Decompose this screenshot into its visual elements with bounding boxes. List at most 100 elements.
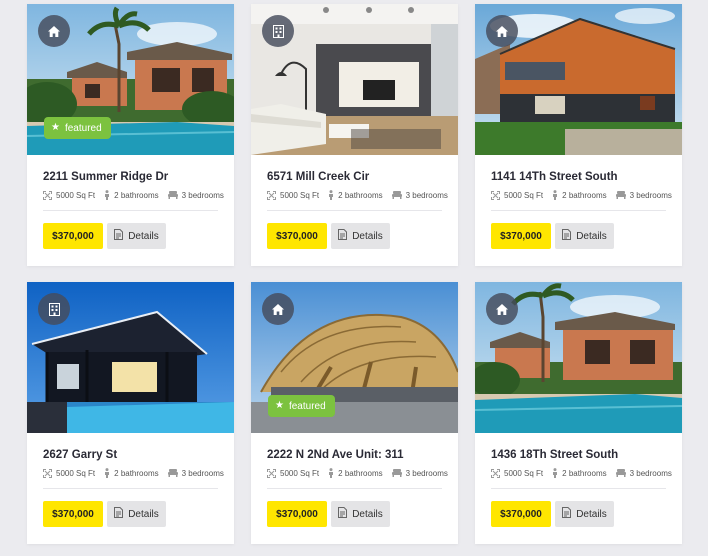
bed-icon	[615, 469, 626, 477]
listing-card[interactable]: ★ featured 2222 N 2Nd Ave Unit: 311 5000…	[251, 282, 458, 544]
bedrooms-value: 3 bedrooms	[405, 190, 448, 200]
listing-address[interactable]: 2222 N 2Nd Ave Unit: 311	[267, 449, 404, 461]
listing-meta: 5000 Sq Ft 2 bathrooms 3 bedrooms	[267, 468, 457, 478]
property-photo[interactable]: ★ featured	[251, 282, 458, 433]
divider	[43, 488, 218, 489]
property-photo[interactable]: ★ featured	[27, 4, 234, 155]
featured-label: featured	[64, 122, 102, 134]
bedrooms-value: 3 bedrooms	[181, 190, 224, 200]
area-value: 5000 Sq Ft	[504, 468, 544, 478]
bed-icon	[391, 469, 402, 477]
price-button[interactable]: $370,000	[43, 223, 103, 249]
details-button[interactable]: Details	[331, 223, 390, 249]
property-photo[interactable]	[27, 282, 234, 433]
listing-address[interactable]: 1141 14Th Street South	[491, 171, 618, 183]
house-icon	[486, 15, 518, 47]
listing-meta: 5000 Sq Ft 2 bathrooms 3 bedrooms	[491, 468, 681, 478]
area-value: 5000 Sq Ft	[56, 468, 96, 478]
area-icon	[267, 468, 276, 478]
divider	[267, 488, 442, 489]
area-icon	[491, 190, 500, 200]
divider	[267, 210, 442, 211]
star-icon: ★	[275, 400, 284, 411]
details-button[interactable]: Details	[555, 223, 614, 249]
details-label: Details	[576, 230, 607, 242]
house-icon	[262, 293, 294, 325]
bedrooms-value: 3 bedrooms	[629, 468, 672, 478]
details-label: Details	[352, 230, 383, 242]
house-icon	[38, 15, 70, 47]
star-icon: ★	[51, 122, 60, 133]
featured-label: featured	[288, 400, 326, 412]
bathroom-icon	[104, 468, 110, 478]
listing-address[interactable]: 1436 18Th Street South	[491, 449, 618, 461]
listing-card[interactable]: 6571 Mill Creek Cir 5000 Sq Ft 2 bathroo…	[251, 4, 458, 266]
price-button[interactable]: $370,000	[267, 501, 327, 527]
area-value: 5000 Sq Ft	[280, 468, 320, 478]
listing-meta: 5000 Sq Ft 2 bathrooms 3 bedrooms	[267, 190, 457, 200]
area-value: 5000 Sq Ft	[280, 190, 320, 200]
bedrooms-value: 3 bedrooms	[629, 190, 672, 200]
bedrooms-value: 3 bedrooms	[181, 468, 224, 478]
bedrooms-value: 3 bedrooms	[405, 468, 448, 478]
listing-address[interactable]: 2627 Garry St	[43, 449, 117, 461]
listing-meta: 5000 Sq Ft 2 bathrooms 3 bedrooms	[43, 190, 233, 200]
listing-card[interactable]: 2627 Garry St 5000 Sq Ft 2 bathrooms 3 b…	[27, 282, 234, 544]
details-label: Details	[128, 508, 159, 520]
bed-icon	[167, 469, 178, 477]
details-button[interactable]: Details	[555, 501, 614, 527]
divider	[43, 210, 218, 211]
listing-meta: 5000 Sq Ft 2 bathrooms 3 bedrooms	[43, 468, 233, 478]
details-label: Details	[352, 508, 383, 520]
area-icon	[43, 190, 52, 200]
price-button[interactable]: $370,000	[43, 501, 103, 527]
details-button[interactable]: Details	[107, 501, 166, 527]
building-icon	[38, 293, 70, 325]
listing-meta: 5000 Sq Ft 2 bathrooms 3 bedrooms	[491, 190, 681, 200]
price-button[interactable]: $370,000	[491, 501, 551, 527]
bathrooms-value: 2 bathrooms	[562, 190, 607, 200]
details-label: Details	[576, 508, 607, 520]
bathroom-icon	[328, 190, 334, 200]
document-icon	[114, 507, 124, 521]
bed-icon	[615, 191, 626, 199]
property-photo[interactable]	[475, 282, 682, 433]
area-icon	[491, 468, 500, 478]
listing-card[interactable]: ★ featured 2211 Summer Ridge Dr 5000 Sq …	[27, 4, 234, 266]
document-icon	[338, 507, 348, 521]
divider	[491, 488, 666, 489]
area-value: 5000 Sq Ft	[56, 190, 96, 200]
document-icon	[338, 229, 348, 243]
bathrooms-value: 2 bathrooms	[114, 190, 159, 200]
listing-card[interactable]: 1141 14Th Street South 5000 Sq Ft 2 bath…	[475, 4, 682, 266]
building-icon	[262, 15, 294, 47]
listing-address[interactable]: 2211 Summer Ridge Dr	[43, 171, 168, 183]
bathrooms-value: 2 bathrooms	[114, 468, 159, 478]
divider	[491, 210, 666, 211]
bathrooms-value: 2 bathrooms	[338, 190, 383, 200]
property-photo[interactable]	[251, 4, 458, 155]
bathrooms-value: 2 bathrooms	[338, 468, 383, 478]
document-icon	[562, 229, 572, 243]
house-icon	[486, 293, 518, 325]
listing-address[interactable]: 6571 Mill Creek Cir	[267, 171, 369, 183]
details-label: Details	[128, 230, 159, 242]
bathroom-icon	[552, 190, 558, 200]
listing-card[interactable]: 1436 18Th Street South 5000 Sq Ft 2 bath…	[475, 282, 682, 544]
price-button[interactable]: $370,000	[491, 223, 551, 249]
bathroom-icon	[104, 190, 110, 200]
bathroom-icon	[328, 468, 334, 478]
document-icon	[562, 507, 572, 521]
bathroom-icon	[552, 468, 558, 478]
property-photo[interactable]	[475, 4, 682, 155]
details-button[interactable]: Details	[331, 501, 390, 527]
document-icon	[114, 229, 124, 243]
area-value: 5000 Sq Ft	[504, 190, 544, 200]
featured-badge: ★ featured	[44, 117, 111, 139]
area-icon	[267, 190, 276, 200]
details-button[interactable]: Details	[107, 223, 166, 249]
area-icon	[43, 468, 52, 478]
price-button[interactable]: $370,000	[267, 223, 327, 249]
bathrooms-value: 2 bathrooms	[562, 468, 607, 478]
bed-icon	[167, 191, 178, 199]
